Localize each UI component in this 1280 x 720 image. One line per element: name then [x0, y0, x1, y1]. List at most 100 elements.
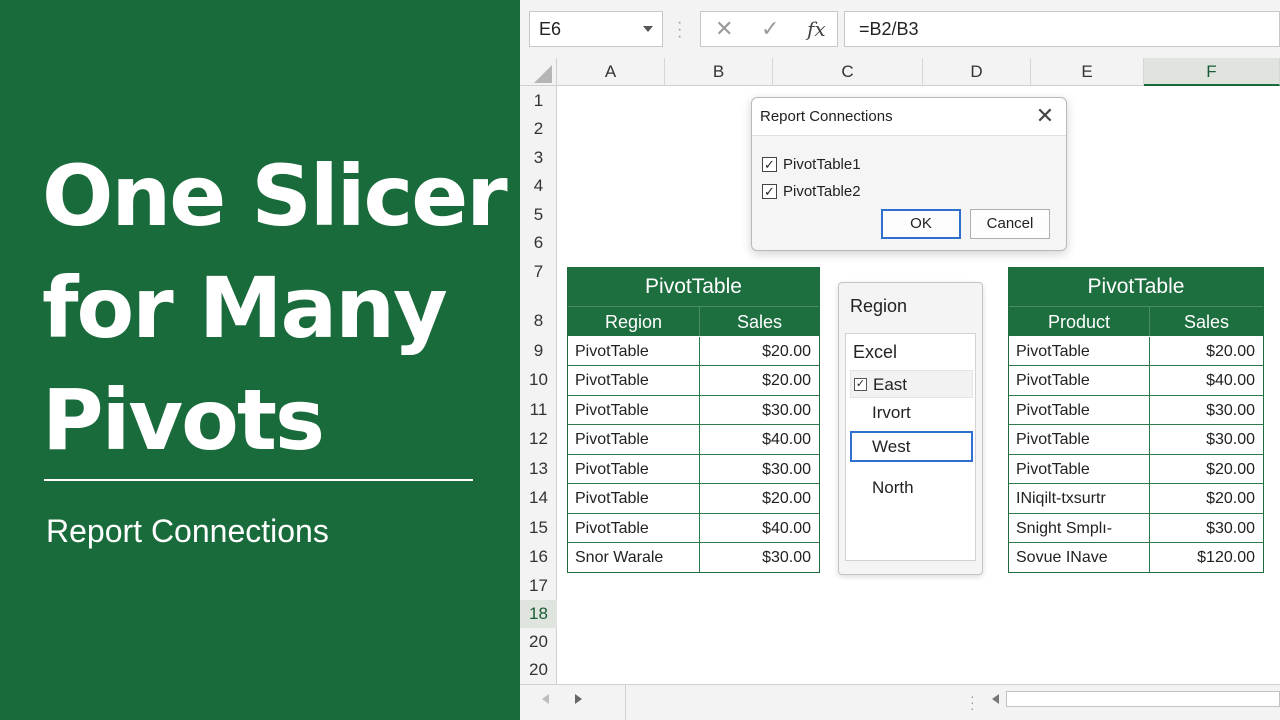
slicer-item-label: Irvort [872, 403, 911, 422]
row-header[interactable]: 20 [520, 656, 557, 684]
pivot-row-value[interactable]: $20.00 [700, 366, 819, 396]
row-header[interactable]: 16 [520, 542, 557, 572]
row-header[interactable]: 4 [520, 172, 557, 200]
row-header[interactable]: 8 [520, 307, 557, 335]
pivot-row-value[interactable]: $40.00 [1150, 366, 1263, 396]
pivot-title: PivotTable [1009, 268, 1263, 306]
column-header[interactable]: B [665, 58, 773, 86]
pivot-column-header[interactable]: Sales [700, 306, 819, 336]
formula-input[interactable]: =B2/B3 [844, 11, 1280, 47]
row-header[interactable]: 9 [520, 336, 557, 365]
pivot-row-label[interactable]: PivotTable [568, 396, 700, 425]
pivot-row-label[interactable]: PivotTable [1009, 455, 1150, 484]
pivot-row-value[interactable]: $30.00 [1150, 396, 1263, 425]
slicer-header: Excel [853, 342, 898, 362]
pivot-row-value[interactable]: $30.00 [700, 543, 819, 572]
row-header[interactable]: 12 [520, 424, 557, 454]
pivot-row-label[interactable]: Sovue INave [1009, 543, 1150, 572]
pivot-row-label[interactable]: INiqilt-txsurtr [1009, 484, 1150, 514]
pivot-row-value[interactable]: $120.00 [1150, 543, 1263, 572]
row-header[interactable]: 17 [520, 572, 557, 600]
hero-panel: One Slicer for Many Pivots Report Connec… [0, 0, 520, 720]
insert-function-icon[interactable]: fx [807, 17, 826, 41]
cancel-button[interactable]: Cancel [970, 209, 1050, 239]
pivot-row-label[interactable]: Snor Warale [568, 543, 700, 572]
row-header[interactable]: 7 [520, 257, 557, 289]
slicer-title: Region [850, 296, 908, 316]
row-header-selected[interactable]: 18 [520, 600, 557, 628]
row-header[interactable]: 2 [520, 115, 557, 143]
pivot-row-value[interactable]: $30.00 [700, 396, 819, 425]
pivot-column-header[interactable]: Region [568, 306, 700, 336]
row-header[interactable]: 10 [520, 365, 557, 395]
ok-button[interactable]: OK [881, 209, 961, 239]
scroll-left-icon[interactable] [992, 694, 999, 704]
row-header[interactable]: 3 [520, 143, 557, 172]
horizontal-scrollbar[interactable] [986, 690, 1280, 708]
column-header[interactable]: D [923, 58, 1031, 86]
pivot-row-label[interactable]: PivotTable [568, 484, 700, 514]
hero-title-line: One Slicer [42, 147, 508, 245]
region-slicer: Region Excel ✓ East Irvort West North [838, 282, 983, 575]
pivot-row-value[interactable]: $40.00 [700, 514, 819, 543]
slicer-item-label: West [872, 437, 911, 456]
pivot-column-header[interactable]: Sales [1150, 306, 1263, 336]
name-box[interactable]: E6 [529, 11, 663, 47]
row-header[interactable]: 15 [520, 513, 557, 542]
pivot-row-label[interactable]: PivotTable [1009, 337, 1150, 366]
slicer-item-irvort[interactable]: Irvort [850, 399, 973, 427]
pivot-row-label[interactable]: PivotTable [568, 425, 700, 455]
pivot-row-label[interactable]: PivotTable [1009, 396, 1150, 425]
pivot-row-value[interactable]: $20.00 [1150, 455, 1263, 484]
more-options-icon[interactable]: · · · [677, 15, 683, 45]
row-header[interactable]: 20 [520, 628, 557, 656]
pivot-row-value[interactable]: $30.00 [1150, 425, 1263, 455]
select-all-button[interactable] [520, 58, 557, 86]
column-header[interactable]: A [557, 58, 665, 86]
pivot-row-label[interactable]: PivotTable [568, 366, 700, 396]
column-header-selected[interactable]: F [1144, 58, 1280, 86]
checkbox-checked[interactable]: ✓ [854, 378, 867, 391]
cancel-formula-icon[interactable]: ✕ [715, 16, 733, 42]
next-sheet-icon[interactable] [575, 694, 582, 704]
pivot-row-value[interactable]: $20.00 [1150, 337, 1263, 366]
pivot-row-label[interactable]: PivotTable [568, 337, 700, 366]
pivot-row-label[interactable]: PivotTable [568, 455, 700, 484]
pivot-row-label[interactable]: PivotTable [1009, 425, 1150, 455]
connection-label: PivotTable2 [783, 183, 861, 200]
row-header[interactable]: 6 [520, 229, 557, 257]
row-header[interactable]: 14 [520, 483, 557, 513]
row-header[interactable]: 13 [520, 454, 557, 483]
pivot-row-value[interactable]: $40.00 [700, 425, 819, 455]
row-header[interactable]: 5 [520, 200, 557, 229]
pivot-row-value[interactable]: $30.00 [700, 455, 819, 484]
enter-formula-icon[interactable]: ✓ [761, 16, 779, 42]
slicer-item-west[interactable]: West [850, 431, 973, 462]
row-header[interactable]: 11 [520, 395, 557, 424]
pivot-row-value[interactable]: $30.00 [1150, 514, 1263, 543]
previous-sheet-icon[interactable] [542, 694, 549, 704]
formula-buttons: ✕ ✓ fx [700, 11, 838, 47]
slicer-item-north[interactable]: North [850, 474, 973, 502]
scrollbar-thumb[interactable] [1006, 691, 1280, 707]
pivot-row-value[interactable]: $20.00 [700, 484, 819, 514]
chevron-down-icon[interactable] [643, 26, 653, 32]
pivot-row-value[interactable]: $20.00 [1150, 484, 1263, 514]
checkbox-checked[interactable]: ✓ [762, 157, 777, 172]
hero-divider [44, 479, 473, 481]
splitter-handle-icon[interactable]: · · · [970, 689, 976, 715]
pivot-row-label[interactable]: PivotTable [568, 514, 700, 543]
slicer-item-east[interactable]: ✓ East [850, 370, 973, 398]
row-headers: 1 2 3 4 5 6 7 8 9 10 11 12 13 14 15 16 1… [520, 86, 557, 684]
column-header[interactable]: C [773, 58, 923, 86]
pivot-row-label[interactable]: PivotTable [1009, 366, 1150, 396]
pivot-column-header[interactable]: Product [1009, 306, 1150, 336]
pivot-row-label[interactable]: Snight Smplı- [1009, 514, 1150, 543]
select-all-icon [534, 65, 552, 83]
row-header[interactable]: 1 [520, 86, 557, 115]
checkbox-checked[interactable]: ✓ [762, 184, 777, 199]
pivot-row-value[interactable]: $20.00 [700, 337, 819, 366]
close-icon[interactable]: ✕ [1034, 105, 1056, 127]
column-header[interactable]: E [1031, 58, 1144, 86]
dialog-title: Report Connections [760, 108, 893, 125]
